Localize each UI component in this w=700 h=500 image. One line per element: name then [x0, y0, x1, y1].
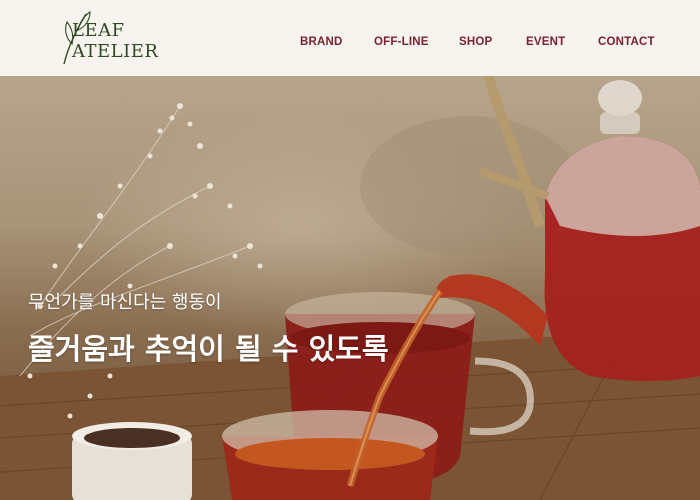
nav-brand[interactable]: BRAND — [300, 36, 343, 48]
hero-title: 즐거움과 추억이 될 수 있도록 — [28, 332, 389, 366]
nav-event[interactable]: EVENT — [526, 36, 565, 48]
nav-shop[interactable]: SHOP — [459, 36, 492, 48]
nav-contact[interactable]: CONTACT — [598, 36, 655, 48]
site-header: LEAF ATELIER BRAND OFF-LINE SHOP EVENT C… — [0, 0, 700, 76]
main-nav: BRAND OFF-LINE SHOP EVENT CONTACT — [0, 36, 700, 52]
hero-banner: 무언가를 마신다는 행동이 즐거움과 추억이 될 수 있도록 — [0, 76, 700, 500]
nav-offline[interactable]: OFF-LINE — [374, 36, 429, 48]
hero-subtitle: 무언가를 마신다는 행동이 — [28, 292, 222, 313]
